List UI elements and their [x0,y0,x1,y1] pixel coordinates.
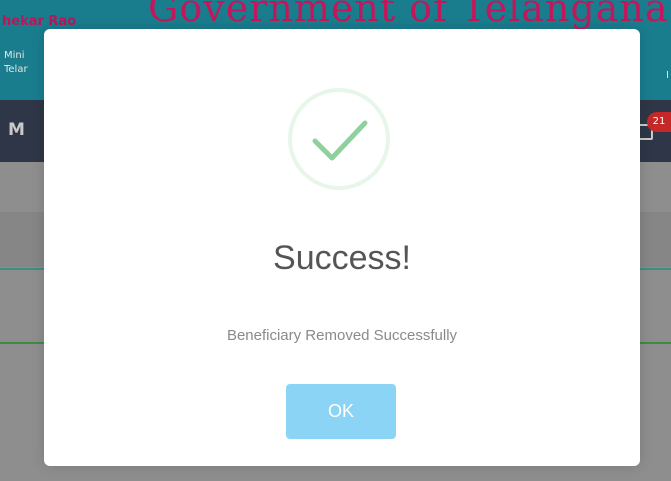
nav-menu-item[interactable]: M [8,120,25,140]
header-title: Government of Telangana [148,0,669,30]
notification-badge: 21 [647,112,671,132]
dialog-message: Beneficiary Removed Successfully [226,327,458,344]
header-subtitle-line1: Mini [4,50,25,61]
header-user-name: hekar Rao [2,14,77,29]
header-right-text: I [666,70,669,81]
header-subtitle-line2: Telar [4,64,28,75]
success-dialog: Success! Beneficiary Removed Successfull… [44,29,640,466]
dialog-title: Success! [273,239,411,277]
ok-button[interactable]: OK [286,384,396,439]
checkmark-circle-icon [288,88,390,190]
